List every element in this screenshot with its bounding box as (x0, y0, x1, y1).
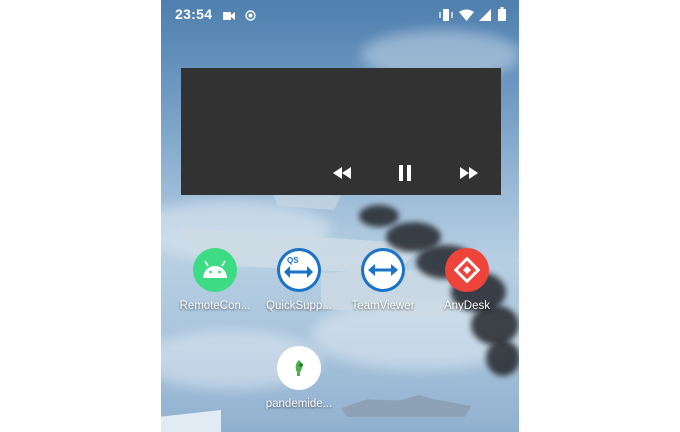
pause-icon[interactable] (392, 163, 418, 183)
app-label: TeamViewer (351, 300, 415, 312)
phone-screen: 23:54 RemoteCon... QS QuickSupp... TeamV… (161, 0, 519, 432)
app-label: RemoteCon... (179, 300, 251, 312)
app-anydesk[interactable]: AnyDesk (425, 248, 509, 312)
android-icon (193, 248, 237, 292)
app-teamviewer[interactable]: TeamViewer (341, 248, 425, 312)
wifi-icon (459, 8, 474, 26)
app-label: QuickSupp... (266, 300, 332, 312)
status-time: 23:54 (175, 6, 213, 22)
vibrate-icon (439, 8, 453, 26)
fast-forward-icon[interactable] (456, 163, 482, 183)
app-label: pandemide... (265, 398, 333, 410)
record-icon (245, 8, 256, 26)
battery-icon (498, 7, 506, 26)
svg-text:QS: QS (287, 256, 299, 265)
rewind-icon[interactable] (329, 163, 355, 183)
signal-icon (479, 8, 491, 26)
anydesk-icon (445, 248, 489, 292)
quicksupport-icon: QS (277, 248, 321, 292)
pandemide-app-icon (277, 346, 321, 390)
app-quicksupport[interactable]: QS QuickSupp... (257, 248, 341, 312)
app-pandemide[interactable]: pandemide... (257, 346, 341, 410)
teamviewer-icon (361, 248, 405, 292)
video-camera-icon (223, 8, 235, 26)
media-player[interactable] (181, 68, 501, 195)
app-remotecontrol[interactable]: RemoteCon... (173, 248, 257, 312)
app-label: AnyDesk (443, 300, 491, 312)
status-bar: 23:54 (161, 0, 519, 30)
